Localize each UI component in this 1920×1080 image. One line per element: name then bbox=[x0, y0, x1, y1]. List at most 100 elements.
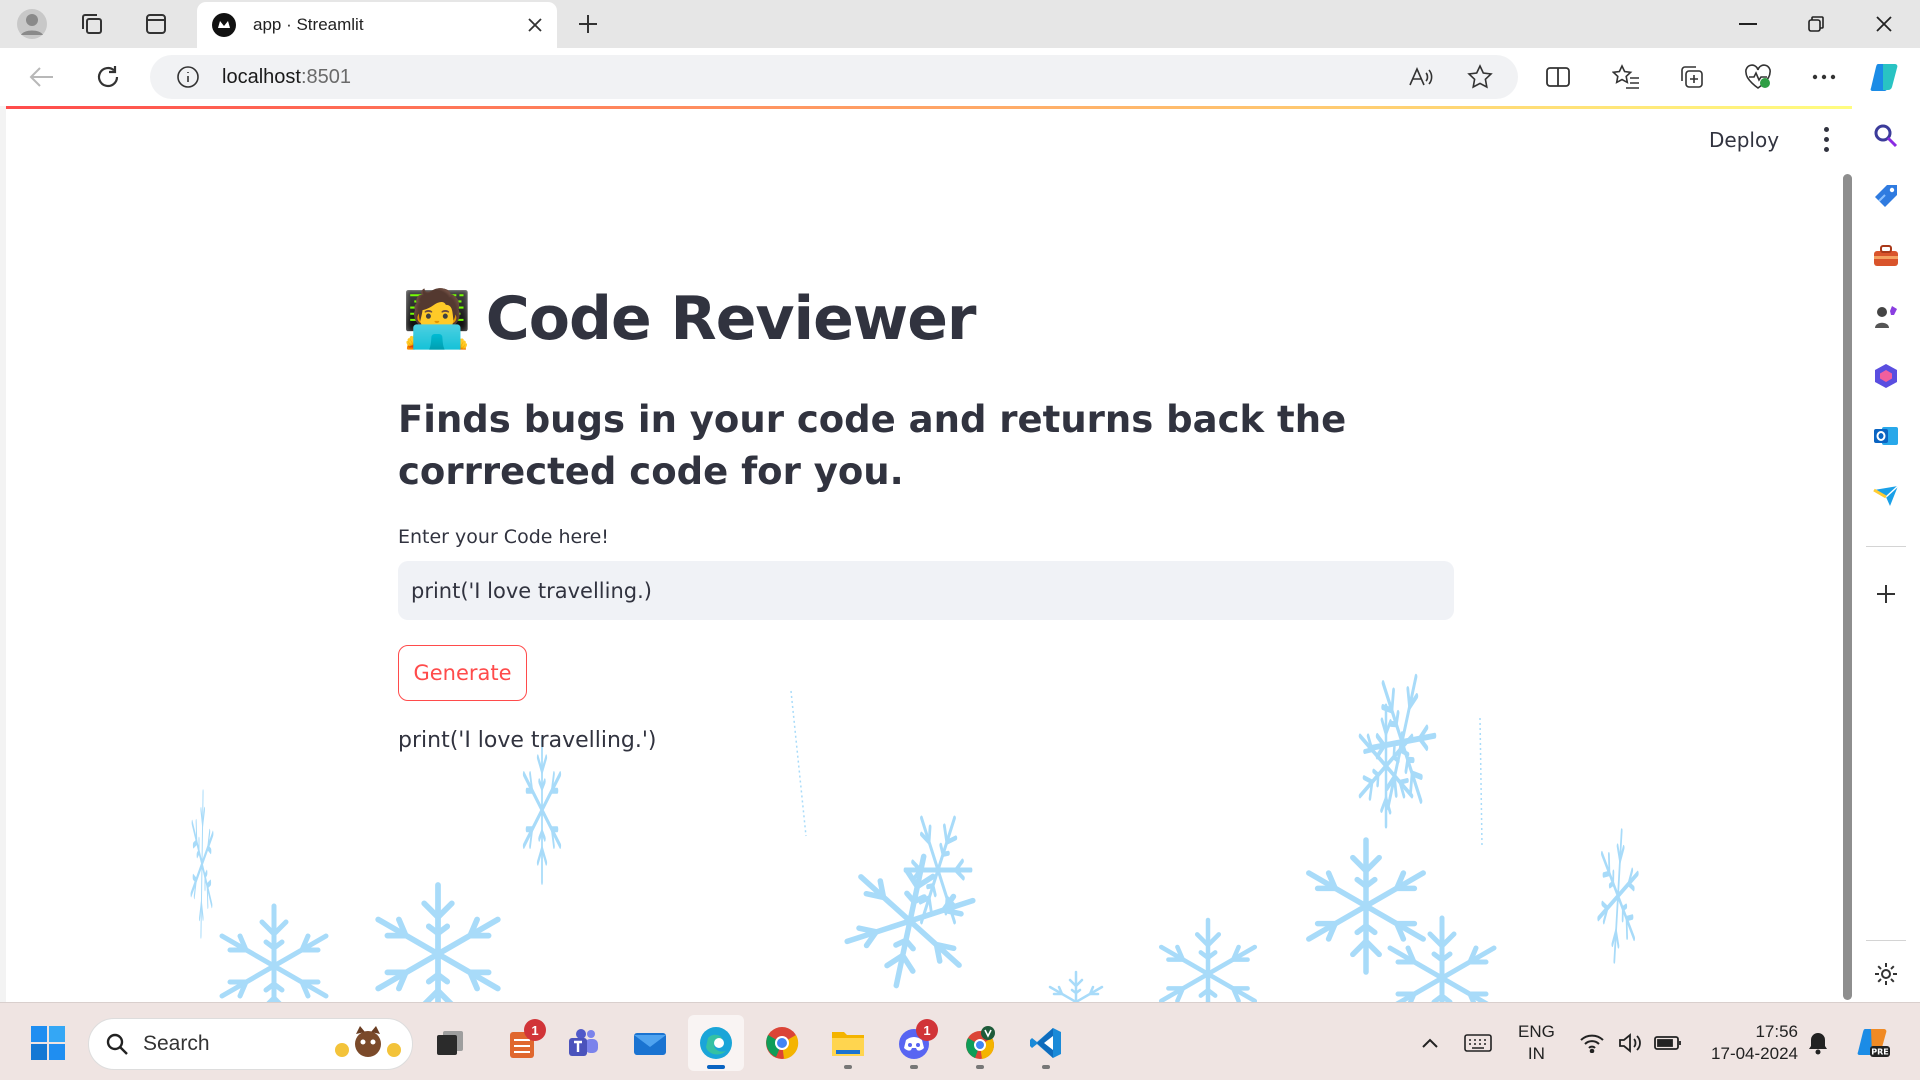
snowflake bbox=[1048, 970, 1104, 1002]
split-screen-icon[interactable] bbox=[1538, 57, 1578, 97]
workspaces-icon[interactable] bbox=[72, 4, 112, 44]
outlook-icon[interactable] bbox=[1868, 418, 1904, 454]
restore-icon[interactable] bbox=[1782, 0, 1850, 48]
falling-streak bbox=[790, 690, 807, 837]
code-input-label: Enter your Code here! bbox=[398, 526, 609, 548]
snowflake bbox=[1390, 918, 1494, 1002]
snowflake bbox=[378, 885, 498, 1002]
snowflake bbox=[1590, 810, 1646, 982]
vscode-icon[interactable] bbox=[1018, 1015, 1074, 1071]
snowfall-animation bbox=[6, 106, 1852, 1002]
vertical-tabs-icon[interactable] bbox=[136, 4, 176, 44]
header-decoration-bar bbox=[6, 106, 1852, 109]
snowflake bbox=[1347, 691, 1425, 841]
tab-title: app · Streamlit bbox=[253, 15, 364, 34]
technologist-emoji-icon: 🧑‍💻 bbox=[402, 287, 472, 350]
task-view-icon[interactable] bbox=[422, 1015, 478, 1071]
running-indicator bbox=[976, 1065, 984, 1069]
generate-button[interactable]: Generate bbox=[398, 645, 527, 701]
chrome-profile-icon[interactable] bbox=[952, 1015, 1008, 1071]
snowflake bbox=[1309, 840, 1423, 972]
streamlit-favicon-icon bbox=[211, 12, 237, 38]
browser-essentials-icon[interactable] bbox=[1738, 57, 1778, 97]
snowflake bbox=[524, 738, 560, 882]
code-input[interactable] bbox=[398, 561, 1454, 620]
snowflake bbox=[1161, 920, 1255, 1002]
input-language[interactable]: ENG IN bbox=[1518, 1021, 1555, 1065]
clock-time: 17:56 bbox=[1755, 1022, 1798, 1041]
address-bar[interactable]: localhost:8501 bbox=[150, 55, 1518, 99]
close-tab-icon[interactable] bbox=[527, 17, 543, 33]
running-indicator bbox=[844, 1065, 852, 1069]
teams-icon[interactable] bbox=[556, 1015, 612, 1071]
corrected-code-output: print('I love travelling.') bbox=[398, 728, 657, 753]
browser-tab-strip: app · Streamlit bbox=[0, 0, 1920, 48]
close-window-icon[interactable] bbox=[1850, 0, 1918, 48]
main-menu-icon[interactable] bbox=[1816, 124, 1836, 154]
games-icon[interactable] bbox=[1868, 298, 1904, 334]
chrome-icon[interactable] bbox=[754, 1015, 810, 1071]
streamlit-page: Deploy 🧑‍💻 Code Reviewer Finds bugs in y… bbox=[6, 106, 1852, 1002]
deploy-button[interactable]: Deploy bbox=[1709, 128, 1779, 152]
read-aloud-icon[interactable] bbox=[1400, 57, 1440, 97]
battery-icon[interactable] bbox=[1640, 1015, 1696, 1071]
profile-avatar-icon[interactable] bbox=[12, 4, 52, 44]
copilot-taskbar-icon[interactable]: PRE bbox=[1846, 1015, 1902, 1071]
taskbar-search-label: Search bbox=[143, 1032, 210, 1055]
taskbar-search[interactable]: Search bbox=[88, 1018, 413, 1070]
shopping-tag-icon[interactable] bbox=[1868, 178, 1904, 214]
region-code: IN bbox=[1527, 1044, 1545, 1063]
active-indicator bbox=[707, 1065, 725, 1069]
system-clock[interactable]: 17:56 17-04-2024 bbox=[1698, 1021, 1798, 1065]
notification-badge: 1 bbox=[524, 1019, 546, 1041]
page-subtitle: Finds bugs in your code and returns back… bbox=[398, 398, 1347, 493]
reload-icon[interactable] bbox=[88, 57, 128, 97]
tab-streamlit-app[interactable]: app · Streamlit bbox=[197, 2, 557, 48]
url-host: localhost bbox=[222, 65, 301, 88]
ranking-app-icon[interactable]: 1 bbox=[494, 1015, 550, 1071]
svg-text:PRE: PRE bbox=[1871, 1048, 1889, 1057]
add-sidebar-app-icon[interactable] bbox=[1868, 576, 1904, 612]
favorite-star-icon[interactable] bbox=[1460, 57, 1500, 97]
falling-streak bbox=[1479, 717, 1483, 847]
copilot-icon[interactable] bbox=[1866, 57, 1906, 97]
search-icon[interactable] bbox=[1868, 118, 1904, 154]
site-info-icon[interactable] bbox=[176, 65, 200, 89]
sidebar-divider bbox=[1866, 940, 1906, 941]
tools-icon[interactable] bbox=[1868, 238, 1904, 274]
collections-icon[interactable] bbox=[1672, 57, 1712, 97]
new-tab-icon[interactable] bbox=[568, 4, 608, 44]
file-explorer-icon[interactable] bbox=[820, 1015, 876, 1071]
page-scrollbar[interactable] bbox=[1843, 174, 1852, 1000]
drop-send-icon[interactable] bbox=[1868, 478, 1904, 514]
clock-date: 17-04-2024 bbox=[1711, 1044, 1798, 1063]
url-port: :8501 bbox=[300, 65, 351, 88]
discord-icon[interactable]: 1 bbox=[886, 1015, 942, 1071]
snowflake bbox=[897, 792, 980, 948]
edge-icon[interactable] bbox=[688, 1015, 744, 1071]
snowflake bbox=[186, 772, 218, 957]
search-highlight-icon bbox=[332, 1024, 404, 1064]
favorites-list-icon[interactable] bbox=[1606, 57, 1646, 97]
snowflake bbox=[1360, 647, 1445, 837]
notification-bell-icon[interactable] bbox=[1790, 1015, 1846, 1071]
taskbar-search-icon bbox=[105, 1032, 129, 1056]
running-indicator bbox=[1042, 1065, 1050, 1069]
page-title: 🧑‍💻 Code Reviewer bbox=[402, 284, 976, 354]
snowflake bbox=[222, 906, 326, 1002]
sidebar-settings-gear-icon[interactable] bbox=[1868, 956, 1904, 992]
url-text: localhost:8501 bbox=[222, 66, 351, 89]
snowflake bbox=[840, 845, 979, 998]
mail-icon[interactable] bbox=[622, 1015, 678, 1071]
language-code: ENG bbox=[1518, 1022, 1555, 1041]
notification-badge: 1 bbox=[916, 1019, 938, 1041]
title-text: Code Reviewer bbox=[485, 284, 977, 354]
more-options-icon[interactable] bbox=[1804, 57, 1844, 97]
sidebar-divider bbox=[1866, 546, 1906, 547]
minimize-icon[interactable] bbox=[1714, 0, 1782, 48]
running-indicator bbox=[910, 1065, 918, 1069]
back-arrow-icon[interactable] bbox=[22, 57, 62, 97]
keyboard-icon[interactable] bbox=[1450, 1015, 1506, 1071]
start-windows-icon[interactable] bbox=[20, 1015, 76, 1071]
microsoft-365-icon[interactable] bbox=[1868, 358, 1904, 394]
